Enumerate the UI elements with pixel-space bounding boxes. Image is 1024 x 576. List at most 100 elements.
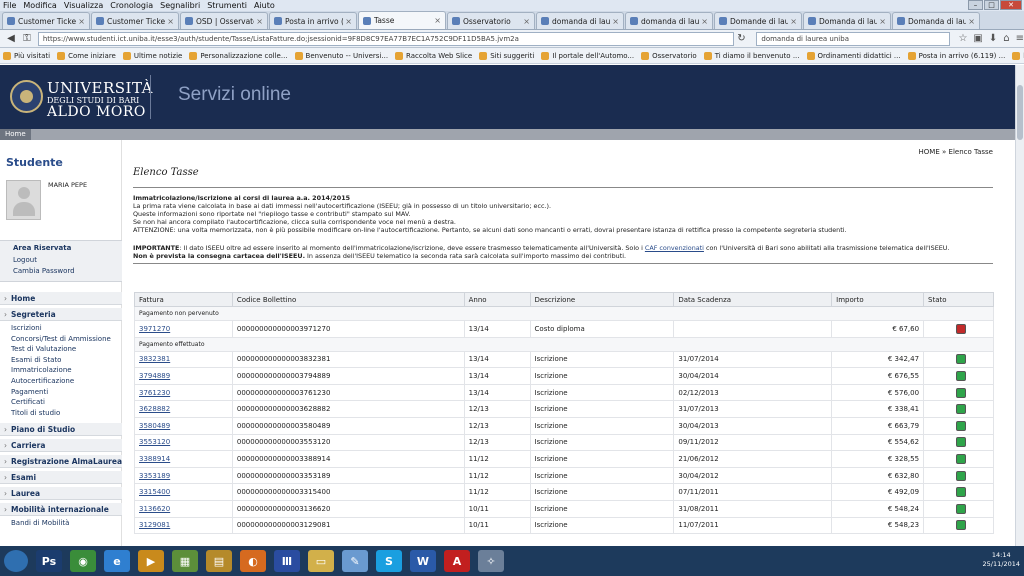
bookmark-item[interactable]: http://www.accuweat... — [1012, 51, 1024, 60]
invoice-link[interactable]: 3129081 — [139, 521, 170, 529]
sidebar-item[interactable]: Test di Valutazione — [11, 345, 76, 353]
close-tab-icon[interactable]: × — [790, 17, 797, 26]
menu-item-modifica[interactable]: Modifica — [23, 1, 56, 10]
bookmark-item[interactable]: Benvenuto -- Universi... — [294, 51, 388, 60]
breadcrumb-home[interactable]: HOME — [919, 148, 940, 156]
bookmark-item[interactable]: Ultime notizie — [122, 51, 182, 60]
logout-link[interactable]: Logout — [13, 256, 37, 264]
invoice-link[interactable]: 3628882 — [139, 405, 170, 413]
university-seal-logo[interactable] — [10, 80, 43, 113]
sidebar-section-piano-di-studio[interactable]: Piano di Studio — [0, 423, 122, 437]
sidebar-item[interactable]: Iscrizioni — [11, 324, 42, 332]
unpaid-status-icon[interactable] — [955, 323, 966, 334]
paid-status-icon[interactable] — [955, 404, 966, 415]
paid-status-icon[interactable] — [955, 520, 966, 531]
sidebar-section-home[interactable]: Home — [0, 292, 122, 305]
minimize-button[interactable]: – — [968, 0, 983, 10]
home-icon[interactable]: ⌂ — [1003, 33, 1009, 44]
bookmark-item[interactable]: Raccolta Web Slice — [395, 51, 472, 60]
sidebar-section-esami[interactable]: Esami — [0, 471, 122, 485]
tool-icon[interactable]: ✧ — [478, 550, 504, 572]
menu-item-segnalibri[interactable]: Segnalibri — [160, 1, 200, 10]
menu-item-cronologia[interactable]: Cronologia — [110, 1, 153, 10]
word-icon[interactable]: W — [410, 550, 436, 572]
menu-item-strumenti[interactable]: Strumenti — [207, 1, 247, 10]
sidebar-section-carriera[interactable]: Carriera — [0, 439, 122, 453]
bookmark-item[interactable]: Più visitati — [3, 51, 50, 60]
sidebar-item[interactable]: Immatricolazione — [11, 366, 72, 374]
photoshop-icon[interactable]: Ps — [36, 550, 62, 572]
tab-9[interactable]: Domanda di laurea...× — [803, 12, 891, 29]
home-link[interactable]: Home — [0, 129, 31, 140]
close-tab-icon[interactable]: × — [612, 17, 619, 26]
chrome-icon[interactable]: ◉ — [70, 550, 96, 572]
star-icon[interactable]: ☆ — [958, 33, 967, 44]
invoice-link[interactable]: 3761230 — [139, 389, 170, 397]
app-icon[interactable]: ▦ — [172, 550, 198, 572]
firefox-icon[interactable]: ◐ — [240, 550, 266, 572]
invoice-link[interactable]: 3971270 — [139, 325, 170, 333]
url-bar[interactable]: https://www.studenti.ict.uniba.it/esse3/… — [37, 31, 735, 46]
close-tab-icon[interactable]: × — [256, 17, 263, 26]
close-tab-icon[interactable]: × — [345, 17, 352, 26]
sidebar-item[interactable]: Titoli di studio — [11, 409, 60, 417]
start-orb[interactable] — [4, 550, 28, 572]
tab-1[interactable]: Customer Ticket Kion ...× — [91, 12, 179, 29]
bookmark-item[interactable]: Personalizzazione colle... — [189, 51, 288, 60]
paid-status-icon[interactable] — [955, 387, 966, 398]
tab-8[interactable]: Domande di laurea...× — [714, 12, 802, 29]
paid-status-icon[interactable] — [955, 453, 966, 464]
paid-status-icon[interactable] — [955, 420, 966, 431]
tab-0[interactable]: Customer Ticket Kion ...× — [2, 12, 90, 29]
sidebar-section-mobilit-internazionale[interactable]: Mobilità internazionale — [0, 503, 122, 517]
change-password-link[interactable]: Cambia Password — [13, 267, 75, 275]
tab-3[interactable]: Posta in arrivo (3.8...× — [269, 12, 357, 29]
download-icon[interactable]: ⬇ — [989, 33, 997, 44]
media-icon[interactable]: ▶ — [138, 550, 164, 572]
back-icon[interactable]: ◀ — [4, 32, 18, 46]
invoice-link[interactable]: 3388914 — [139, 455, 170, 463]
scrollbar[interactable] — [1015, 65, 1024, 546]
invoice-link[interactable]: 3580489 — [139, 422, 170, 430]
clipboard-icon[interactable]: ▣ — [973, 33, 982, 44]
tab-10[interactable]: Domanda di laurea...× — [892, 12, 980, 29]
sidebar-section-segreteria[interactable]: Segreteria — [0, 308, 122, 321]
bookmark-item[interactable]: Il portale dell'Automo... — [541, 51, 634, 60]
close-tab-icon[interactable]: × — [879, 17, 886, 26]
paid-status-icon[interactable] — [955, 370, 966, 381]
search-input[interactable]: domanda di laurea uniba — [756, 31, 951, 46]
sidebar-section-registrazione-almalaurea[interactable]: Registrazione AlmaLaurea — [0, 455, 122, 469]
scrollbar-thumb[interactable] — [1017, 85, 1023, 140]
explorer-icon[interactable]: ▭ — [308, 550, 334, 572]
invoice-link[interactable]: 3353189 — [139, 472, 170, 480]
bookmark-item[interactable]: Siti suggeriti — [479, 51, 534, 60]
close-tab-icon[interactable]: × — [167, 17, 174, 26]
close-tab-icon[interactable]: × — [78, 17, 85, 26]
system-clock[interactable]: 14:14 25/11/2014 — [983, 551, 1020, 569]
folder-icon[interactable]: ▤ — [206, 550, 232, 572]
invoice-link[interactable]: 3794889 — [139, 372, 170, 380]
tab-6[interactable]: domanda di laurea...× — [536, 12, 624, 29]
bookmark-item[interactable]: Ordinamenti didattici ... — [806, 51, 901, 60]
tab-2[interactable]: OSD | Osservatorio Stu...× — [180, 12, 268, 29]
invoice-link[interactable]: 3832381 — [139, 355, 170, 363]
close-tab-icon[interactable]: × — [523, 17, 530, 26]
paid-status-icon[interactable] — [955, 487, 966, 498]
paid-status-icon[interactable] — [955, 437, 966, 448]
close-tab-icon[interactable]: × — [701, 17, 708, 26]
bank-icon[interactable]: Ⅲ — [274, 550, 300, 572]
menu-item-visualizza[interactable]: Visualizza — [64, 1, 103, 10]
bookmark-item[interactable]: Osservatorio — [641, 51, 697, 60]
paid-status-icon[interactable] — [955, 470, 966, 481]
close-tab-icon[interactable]: × — [968, 17, 975, 26]
invoice-link[interactable]: 3553120 — [139, 438, 170, 446]
bookmark-item[interactable]: Ti diamo il benvenuto ... — [703, 51, 800, 60]
menu-item-file[interactable]: File — [3, 1, 16, 10]
skype-icon[interactable]: S — [376, 550, 402, 572]
invoice-link[interactable]: 3315400 — [139, 488, 170, 496]
caf-link[interactable]: CAF convenzionati — [645, 244, 704, 252]
tab-4[interactable]: Tasse × — [358, 11, 446, 29]
acrobat-icon[interactable]: A — [444, 550, 470, 572]
menu-icon[interactable]: ≡ — [1016, 33, 1024, 44]
sidebar-item[interactable]: Concorsi/Test di Ammissione — [11, 335, 111, 343]
